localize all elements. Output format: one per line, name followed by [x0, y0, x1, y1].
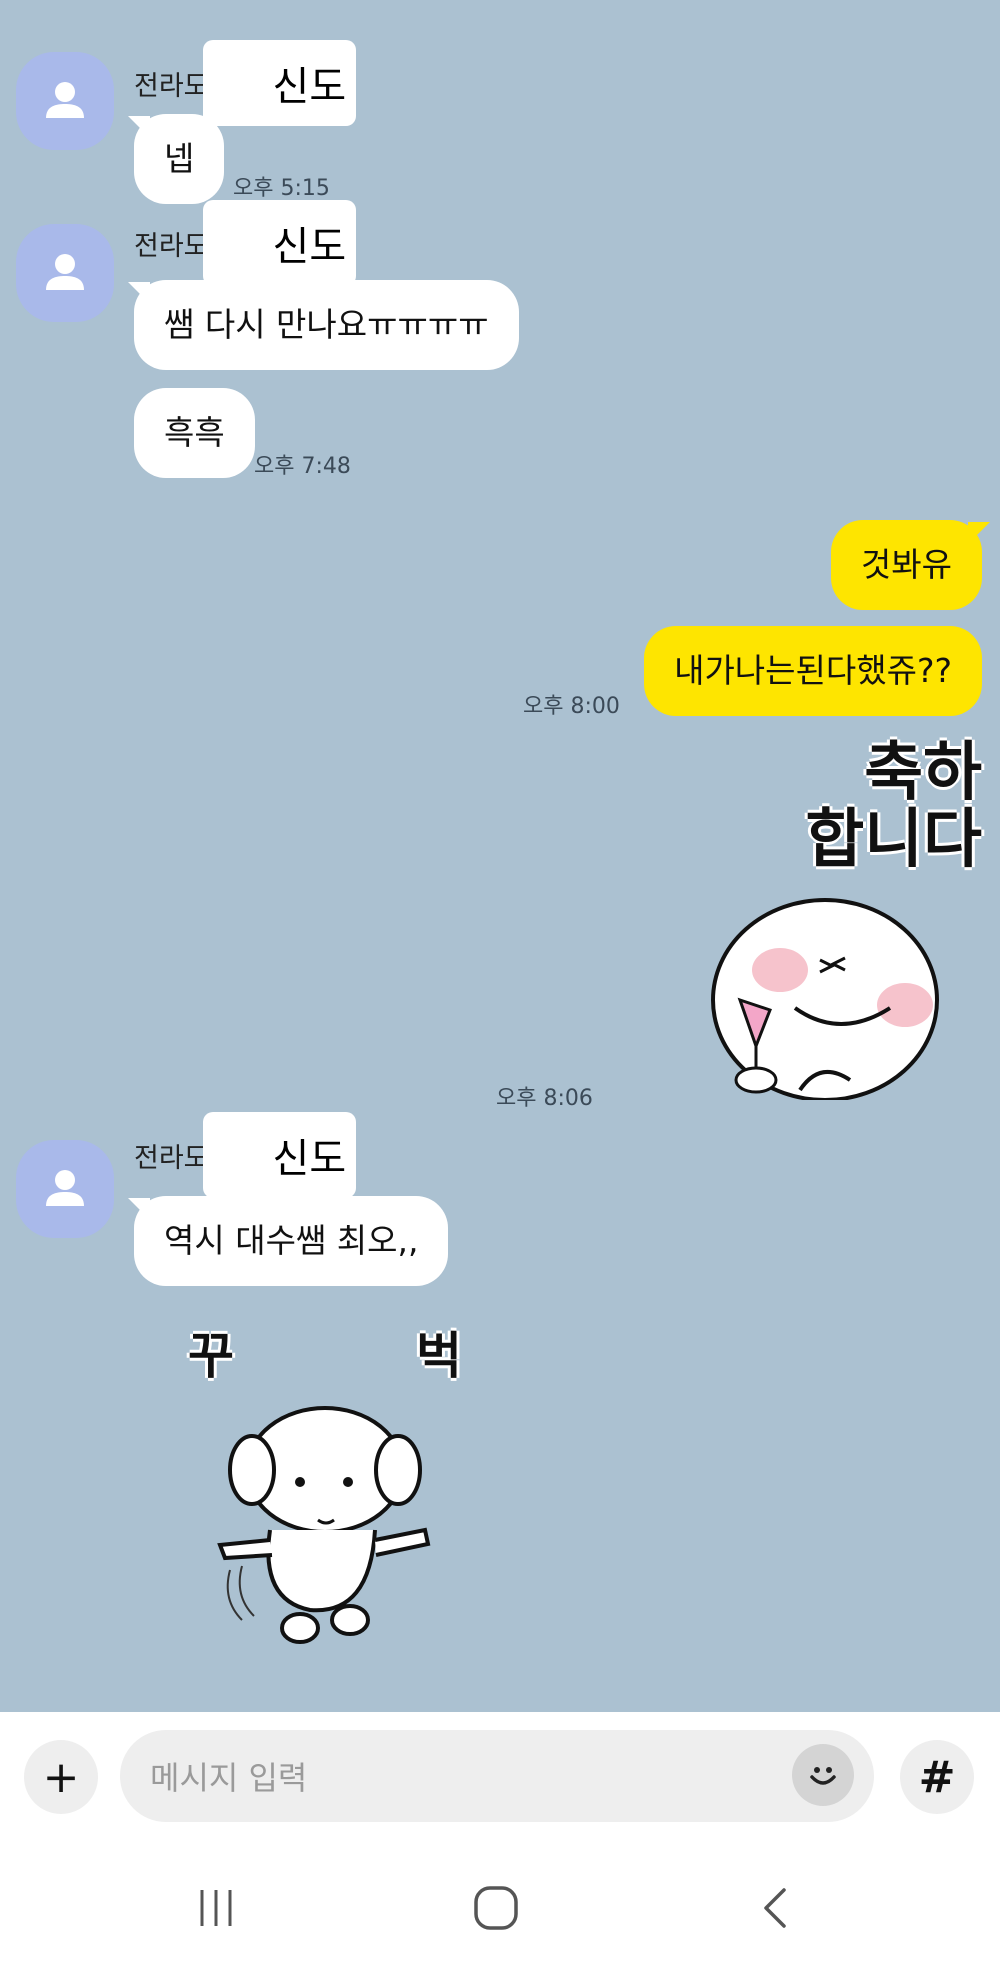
plus-icon: +: [42, 1751, 80, 1803]
plus-button[interactable]: +: [24, 1740, 98, 1814]
avatar[interactable]: [16, 1140, 114, 1238]
recent-apps-button[interactable]: [176, 1878, 256, 1938]
message-bubble[interactable]: 넵: [127, 114, 225, 204]
emoji-icon: [810, 1767, 836, 1785]
message-text: 것봐유: [860, 545, 952, 584]
home-button[interactable]: [456, 1878, 536, 1938]
sender-name: 전라도 신도: [134, 200, 357, 286]
message-text: 흑흑: [164, 413, 225, 452]
recent-apps-icon: [200, 1890, 232, 1926]
message-bubble[interactable]: 쌤 다시 만나요ㅠㅠㅠㅠ: [128, 280, 519, 370]
sender-name-label: 신도: [202, 1112, 357, 1198]
sender-prefix: 전라도: [134, 230, 209, 262]
home-icon: [474, 1886, 518, 1930]
back-icon: [764, 1888, 786, 1928]
avatar[interactable]: [16, 224, 114, 322]
message-placeholder: 메시지 입력: [150, 1759, 308, 1797]
sticker-text: 축하 합니다: [805, 736, 982, 878]
sender-name: 전라도 신도: [134, 1112, 357, 1198]
dog-sticker[interactable]: 꾸 벅: [180, 1330, 480, 1650]
message-time: 오후 8:00: [523, 694, 620, 719]
message-text: 내가나는된다했쥬??: [674, 651, 952, 690]
hash-button[interactable]: #: [900, 1740, 974, 1814]
message-text: 역시 대수쌤 최오,,: [164, 1221, 419, 1260]
avatar[interactable]: [16, 52, 114, 150]
message-input-bar: + 메시지 입력 #: [0, 1712, 1000, 1852]
message-bubble[interactable]: 역시 대수쌤 최오,,: [127, 1196, 449, 1286]
message-bubble[interactable]: 흑흑: [134, 388, 255, 478]
message-time: 오후 7:48: [254, 454, 351, 479]
sender-name-label: 신도: [202, 40, 357, 126]
hash-icon: #: [918, 1751, 956, 1803]
my-message-bubble[interactable]: 내가나는된다했쥬??: [644, 626, 982, 716]
sender-prefix: 전라도: [134, 70, 209, 102]
person-icon: [46, 254, 84, 290]
emoji-button[interactable]: [792, 1744, 854, 1806]
message-time: 오후 5:15: [233, 176, 330, 201]
message-text: 쌤 다시 만나요ㅠㅠㅠㅠ: [164, 305, 489, 344]
message-input[interactable]: 메시지 입력: [120, 1730, 874, 1822]
back-button[interactable]: [736, 1878, 816, 1938]
message-time: 오후 8:06: [496, 1086, 593, 1111]
sender-prefix: 전라도: [134, 1142, 209, 1174]
congrats-sticker[interactable]: 축하 합니다: [700, 736, 990, 1110]
sender-name-label: 신도: [202, 200, 357, 286]
sticker-text-left: 꾸: [188, 1327, 234, 1385]
sticker-character: [700, 898, 960, 1110]
sticker-text-right: 벅: [416, 1327, 462, 1385]
person-icon: [46, 82, 84, 118]
message-text: 넵: [164, 139, 195, 178]
person-icon: [46, 1170, 84, 1206]
my-message-bubble[interactable]: 것봐유: [830, 520, 991, 610]
navigation-bar: [0, 1852, 1000, 1963]
dog-character: [217, 1406, 431, 1644]
